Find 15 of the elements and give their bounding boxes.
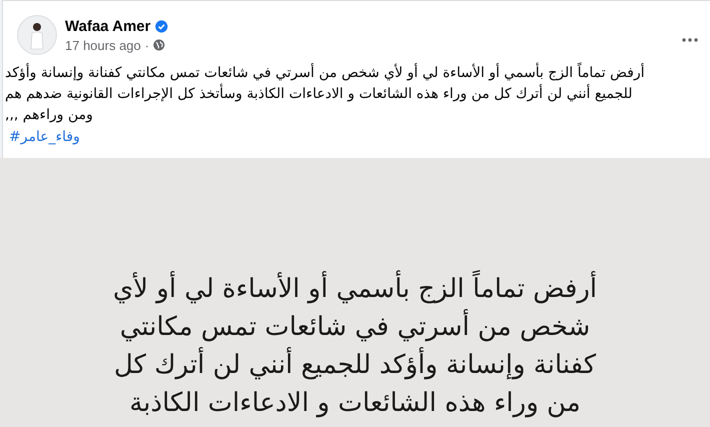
post-image[interactable]: أرفض تماماً الزج بأسمي أو الأساءة لي أو لأي شخص من أسرتي في شائعات تمس مكانتي كفنانة وإنسانة وأؤكد للجميع أنني لن أترك كل من وراء هذه الشائعات و الادعاءات الكاذبة bbox=[0, 158, 710, 427]
author-name[interactable]: Wafaa Amer bbox=[65, 18, 151, 34]
separator-dot: · bbox=[144, 38, 150, 52]
caption-line: أرفض تماماً الزج بأسمي أو الأساءة لي أو لأي شخص من أسرتي في شائعات تمس مكانتي كفنانة وإنسانة وأؤكد bbox=[5, 63, 644, 84]
caption-line: ومن وراءهم ,,, bbox=[5, 106, 93, 125]
post-time[interactable]: 17 hours ago bbox=[65, 38, 141, 52]
caption-line: للجميع أنني لن أترك كل من وراء هذه الشائعات و الادعاءات الكاذبة وسأتخذ كل الإجراءات القانونية ضدهم هم bbox=[5, 84, 632, 105]
image-text-line: من وراء هذه الشائعات و الادعاءات الكاذبة bbox=[129, 387, 580, 420]
more-options-icon[interactable] bbox=[682, 38, 698, 42]
image-text-line: كفنانة وإنسانة وأؤكد للجميع أنني لن أترك كل bbox=[114, 346, 596, 384]
avatar[interactable] bbox=[17, 15, 57, 55]
image-text-line: شخص من أسرتي في شائعات تمس مكانتي bbox=[120, 308, 590, 346]
hashtag-link[interactable]: #وفاء_عامر bbox=[9, 127, 80, 147]
globe-icon[interactable] bbox=[153, 39, 166, 51]
image-text-line: أرفض تماماً الزج بأسمي أو الأساءة لي أو لأي bbox=[112, 270, 598, 308]
